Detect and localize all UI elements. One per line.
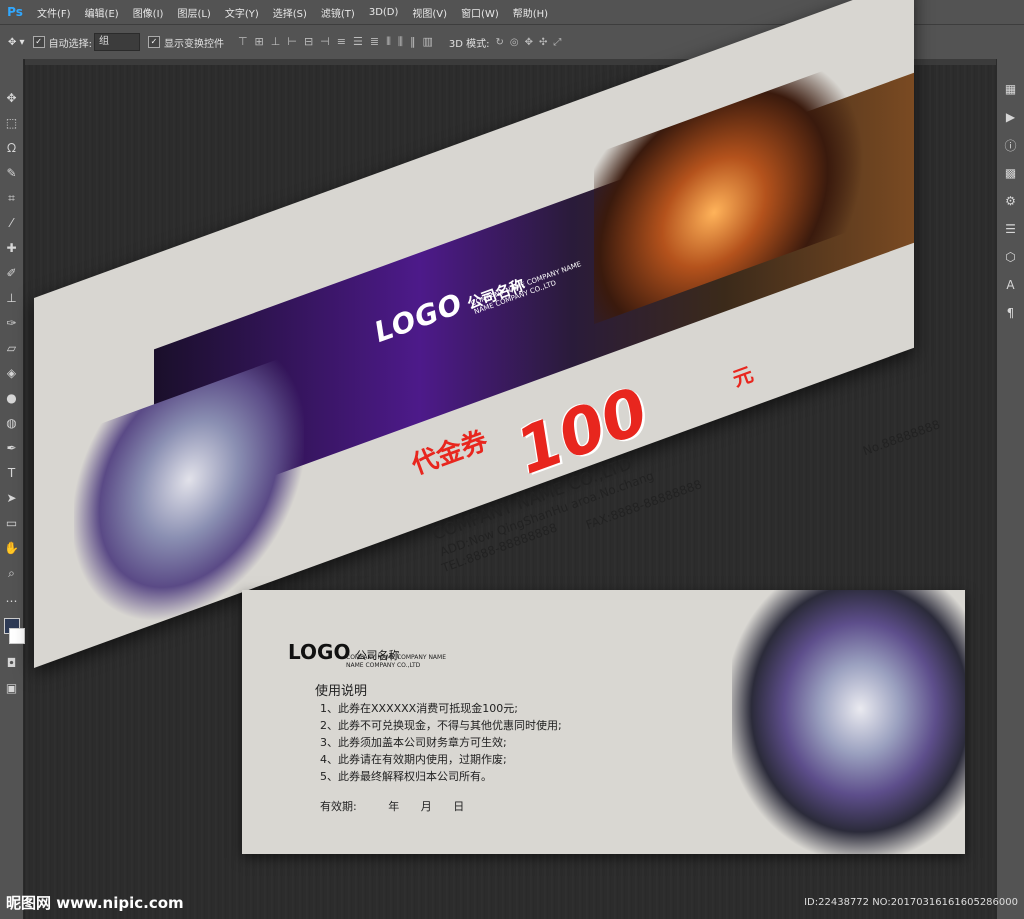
clone-stamp-tool-icon[interactable]: ⊥: [3, 287, 21, 309]
show-transform-checkbox[interactable]: ✓: [147, 36, 160, 48]
paint-bucket-tool-icon[interactable]: ◈: [3, 362, 21, 384]
menu-3d[interactable]: 3D(D): [362, 7, 406, 18]
character-panel-icon[interactable]: A: [1002, 275, 1020, 295]
align-bottom-icon[interactable]: ⊥: [271, 35, 281, 49]
align-hcenter-icon[interactable]: ⊟: [304, 35, 313, 49]
3d-mode-group: 3D 模式: ↻ ◎ ✥ ✣ ⤢: [449, 35, 562, 50]
3d-panel-icon[interactable]: ⬡: [1002, 247, 1020, 267]
blur-tool-icon[interactable]: ●: [3, 387, 21, 409]
type-tool-icon[interactable]: T: [3, 462, 21, 484]
menu-edit[interactable]: 编辑(E): [78, 5, 126, 20]
watermark-bar: 昵图网 www.nipic.com ID:22438772 NO:2017031…: [0, 885, 1024, 919]
voucher-back[interactable]: LOGO 公司名称 COMPANY NAME COMPANY NAME NAME…: [242, 590, 965, 854]
path-select-tool-icon[interactable]: ➤: [3, 487, 21, 509]
usage-rule: 1、此券在XXXXXX消费可抵现金100元;: [320, 702, 518, 715]
3d-roll-icon[interactable]: ◎: [510, 37, 519, 48]
more-tools-icon[interactable]: …: [3, 587, 21, 609]
tools-panel: ✥ ⬚ ᘯ ✎ ⌗ ⁄ ✚ ✐ ⊥ ✑ ▱ ◈ ● ◍ ✒ T ➤ ▭ ✋ ⌕ …: [0, 59, 25, 919]
usage-rules: 1、此券在XXXXXX消费可抵现金100元; 2、此券不可兑换现金，不得与其他优…: [320, 700, 562, 785]
3d-pan-icon[interactable]: ✥: [525, 37, 533, 48]
validity-year: 年: [388, 800, 400, 813]
3d-rotate-icon[interactable]: ↻: [496, 37, 504, 48]
panel-dock: ▦ ▶ ⓘ ▩ ⚙ ☰ ⬡ A ¶: [996, 59, 1024, 919]
auto-select-checkbox[interactable]: ✓: [32, 36, 45, 48]
adjustments-panel-icon[interactable]: ⚙: [1002, 191, 1020, 211]
color-panel-icon[interactable]: ▩: [1002, 163, 1020, 183]
dodge-tool-icon[interactable]: ◍: [3, 412, 21, 434]
usage-rule: 3、此券须加盖本公司财务章方可生效;: [320, 736, 507, 749]
history-brush-tool-icon[interactable]: ✑: [3, 312, 21, 334]
photoshop-logo: Ps: [7, 5, 23, 19]
screen-mode-icon[interactable]: ▣: [3, 677, 21, 699]
align-right-icon[interactable]: ⊣: [320, 35, 330, 49]
auto-select-label: 自动选择:: [48, 38, 92, 50]
validity-label: 有效期:: [320, 800, 357, 813]
lasso-tool-icon[interactable]: ᘯ: [3, 137, 21, 159]
move-tool-preset[interactable]: ✥ ▾: [8, 37, 25, 48]
validity-row: 有效期: 年 月 日: [320, 798, 464, 815]
validity-month: 月: [420, 800, 432, 813]
distribute-hcenter-icon[interactable]: ⫼: [398, 35, 403, 49]
3d-slide-icon[interactable]: ✣: [539, 37, 547, 48]
back-company-en: COMPANY NAME COMPANY NAME NAME COMPANY C…: [346, 654, 446, 670]
align-top-icon[interactable]: ⊤: [238, 35, 248, 49]
3d-scale-icon[interactable]: ⤢: [553, 37, 561, 48]
show-transform-label: 显示变换控件: [163, 38, 224, 50]
menu-view[interactable]: 视图(V): [405, 5, 454, 20]
history-panel-icon[interactable]: ▦: [1002, 79, 1020, 99]
menu-file[interactable]: 文件(F): [30, 5, 78, 20]
align-left-icon[interactable]: ⊢: [287, 35, 297, 49]
move-tool-icon: ✥ ▾: [8, 36, 25, 48]
menu-image[interactable]: 图像(I): [126, 5, 171, 20]
watermark-site: 昵图网 www.nipic.com: [6, 893, 184, 912]
pen-tool-icon[interactable]: ✒: [3, 437, 21, 459]
3d-mode-label: 3D 模式:: [448, 38, 490, 50]
move-tool-icon[interactable]: ✥: [3, 87, 21, 109]
auto-select-dropdown[interactable]: 组: [93, 33, 140, 51]
back-logo: LOGO: [288, 640, 351, 664]
info-panel-icon[interactable]: ⓘ: [1002, 135, 1020, 155]
healing-brush-tool-icon[interactable]: ✚: [3, 237, 21, 259]
usage-rule: 5、此券最终解释权归本公司所有。: [320, 770, 492, 783]
validity-day: 日: [453, 800, 465, 813]
menu-filter[interactable]: 滤镜(T): [314, 5, 362, 20]
back-company-en-line2: NAME COMPANY CO.,LTD: [346, 662, 421, 669]
watermark-id: ID:22438772 NO:20170316161605286000: [804, 896, 1018, 908]
distribute-left-icon[interactable]: ⦀: [386, 35, 391, 49]
distribute-bottom-icon[interactable]: ≣: [370, 35, 379, 49]
back-company-en-line1: COMPANY NAME COMPANY NAME: [346, 654, 447, 661]
distribute-top-icon[interactable]: ≡: [337, 35, 346, 49]
menu-layer[interactable]: 图层(L): [170, 5, 217, 20]
brush-tool-icon[interactable]: ✐: [3, 262, 21, 284]
usage-rule: 4、此券请在有效期内使用，过期作废;: [320, 753, 507, 766]
menu-select[interactable]: 选择(S): [266, 5, 314, 20]
align-buttons: ⊤ ⊞ ⊥ ⊢ ⊟ ⊣ ≡ ☰ ≣ ⦀ ⫼ ‖ ▥: [238, 35, 433, 49]
eyedropper-tool-icon[interactable]: ⁄: [3, 212, 21, 234]
marquee-tool-icon[interactable]: ⬚: [3, 112, 21, 134]
actions-panel-icon[interactable]: ▶: [1002, 107, 1020, 127]
quick-select-tool-icon[interactable]: ✎: [3, 162, 21, 184]
auto-align-icon[interactable]: ▥: [422, 35, 432, 49]
zoom-tool-icon[interactable]: ⌕: [3, 562, 21, 584]
distribute-right-icon[interactable]: ‖: [410, 35, 416, 49]
usage-heading: 使用说明: [315, 684, 368, 699]
menu-help[interactable]: 帮助(H): [506, 5, 555, 20]
menu-type[interactable]: 文字(Y): [218, 5, 266, 20]
crop-tool-icon[interactable]: ⌗: [3, 187, 21, 209]
hand-tool-icon[interactable]: ✋: [3, 537, 21, 559]
shape-tool-icon[interactable]: ▭: [3, 512, 21, 534]
voucher-back-hero-artwork: [732, 590, 965, 854]
menu-window[interactable]: 窗口(W): [454, 5, 506, 20]
paragraph-panel-icon[interactable]: ¶: [1002, 303, 1020, 323]
background-color-swatch[interactable]: [8, 628, 25, 644]
eraser-tool-icon[interactable]: ▱: [3, 337, 21, 359]
auto-select-option[interactable]: ✓ 自动选择: 组: [32, 33, 140, 51]
align-vcenter-icon[interactable]: ⊞: [255, 35, 264, 49]
show-transform-option[interactable]: ✓ 显示变换控件: [147, 35, 224, 50]
quick-mask-icon[interactable]: ◘: [3, 652, 21, 674]
distribute-vcenter-icon[interactable]: ☰: [353, 35, 363, 49]
properties-panel-icon[interactable]: ☰: [1002, 219, 1020, 239]
usage-rule: 2、此券不可兑换现金，不得与其他优惠同时使用;: [320, 719, 562, 732]
